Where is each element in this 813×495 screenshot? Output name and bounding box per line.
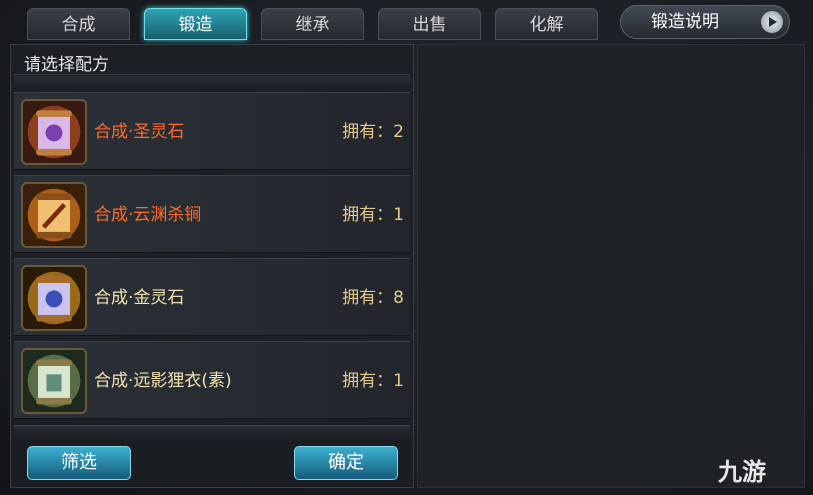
tab-sell[interactable]: 出售 [378, 8, 481, 40]
play-arrow-icon [761, 11, 783, 33]
tab-inherit[interactable]: 继承 [261, 8, 364, 40]
confirm-button[interactable]: 确定 [294, 446, 398, 480]
green-scroll-icon [21, 348, 87, 414]
recipe-name: 合成·远影狸衣(素) [94, 371, 232, 391]
tab-forge[interactable]: 锻造 [144, 8, 247, 40]
forge-help-button[interactable]: 锻造说明 [620, 5, 790, 39]
list-item[interactable]: 合成·云渊杀锏 拥有：1 [14, 175, 410, 253]
tab-synthesis[interactable]: 合成 [27, 8, 130, 40]
list-item[interactable]: 合成·金灵石 拥有：8 [14, 258, 410, 336]
filter-button[interactable]: 筛选 [27, 446, 131, 480]
list-item-clipped [14, 425, 410, 435]
list-item[interactable]: 合成·圣灵石 拥有：2 [14, 92, 410, 170]
detail-panel [417, 44, 805, 488]
divider [14, 74, 410, 75]
panel-title: 请选择配方 [24, 55, 109, 75]
owned-count: 拥有：2 [342, 122, 404, 142]
blue-scroll-icon [21, 265, 87, 331]
recipe-name: 合成·圣灵石 [94, 122, 185, 142]
list-item-clipped [14, 76, 410, 86]
list-item[interactable]: 合成·远影狸衣(素) 拥有：1 [14, 341, 410, 419]
watermark-logo: 九游 [718, 458, 766, 486]
gold-scroll-icon [21, 182, 87, 248]
forge-help-label: 锻造说明 [651, 12, 719, 32]
tab-dismantle[interactable]: 化解 [495, 8, 598, 40]
owned-count: 拥有：1 [342, 371, 404, 391]
owned-count: 拥有：8 [342, 288, 404, 308]
recipe-name: 合成·云渊杀锏 [94, 205, 202, 225]
owned-count: 拥有：1 [342, 205, 404, 225]
purple-scroll-icon [21, 99, 87, 165]
recipe-name: 合成·金灵石 [94, 288, 185, 308]
